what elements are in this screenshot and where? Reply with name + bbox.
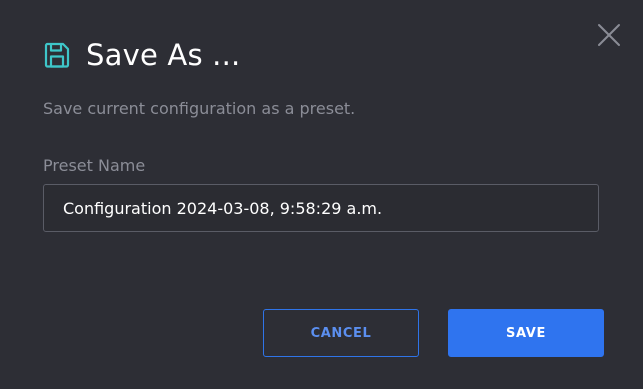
floppy-disk-icon bbox=[43, 41, 71, 69]
close-icon bbox=[598, 24, 620, 46]
save-as-dialog: Save As ... Save current configuration a… bbox=[0, 0, 643, 389]
close-button[interactable] bbox=[596, 22, 622, 48]
dialog-description: Save current configuration as a preset. bbox=[43, 99, 356, 118]
preset-name-input[interactable] bbox=[43, 184, 599, 232]
preset-name-label: Preset Name bbox=[43, 156, 146, 175]
dialog-header: Save As ... bbox=[43, 35, 240, 75]
save-button[interactable]: SAVE bbox=[448, 309, 604, 357]
dialog-title: Save As ... bbox=[86, 38, 241, 72]
cancel-button[interactable]: CANCEL bbox=[263, 309, 419, 357]
